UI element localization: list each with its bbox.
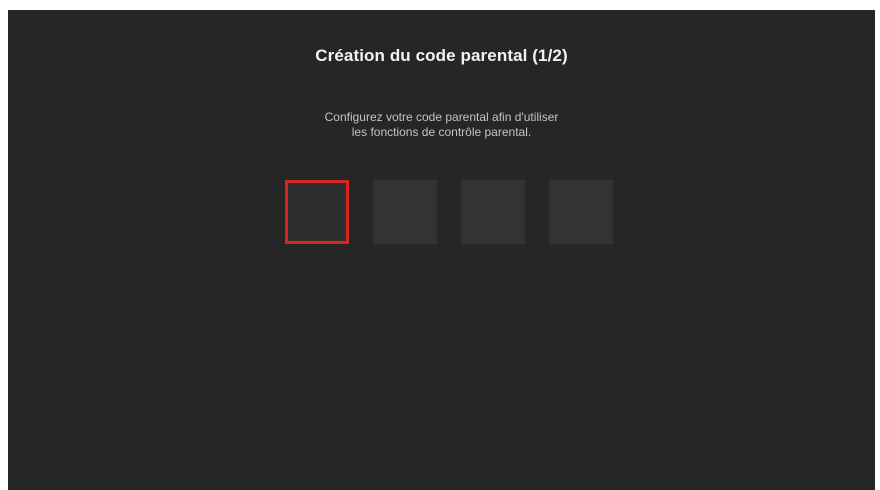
page-title: Création du code parental (1/2) — [315, 46, 568, 65]
description-line-2: les fonctions de contrôle parental. — [351, 125, 532, 139]
pin-digit-4[interactable] — [549, 180, 613, 244]
pin-input-row — [285, 180, 613, 244]
pin-digit-3[interactable] — [461, 180, 525, 244]
pin-digit-1[interactable] — [285, 180, 349, 244]
pin-digit-2[interactable] — [373, 180, 437, 244]
description-text: Configurez votre code parental afin d'ut… — [8, 110, 875, 140]
parental-code-screen: Création du code parental (1/2) Configur… — [8, 10, 875, 490]
description-line-1: Configurez votre code parental afin d'ut… — [324, 110, 559, 124]
